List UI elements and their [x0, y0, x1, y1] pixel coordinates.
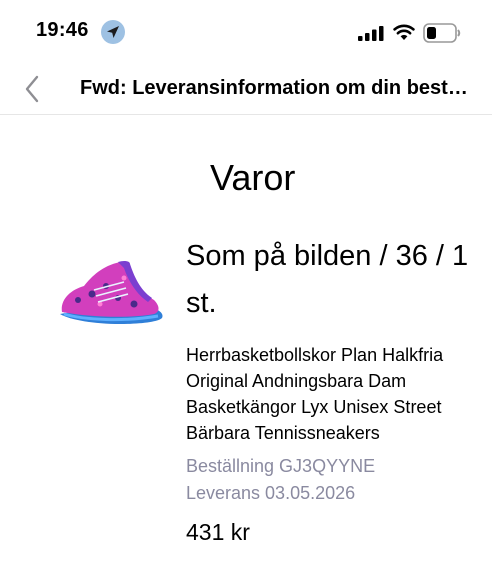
order-number: Beställning GJ3QYYNE — [186, 456, 376, 476]
email-subject-title: Fwd: Leveransinformation om din beställn… — [80, 77, 475, 99]
product-price: 431 kr — [186, 519, 250, 545]
product-description: Herrbasketbollskor Plan Halkfria Origina… — [186, 345, 444, 443]
wifi-icon — [393, 23, 415, 46]
battery-icon — [423, 23, 461, 48]
back-button[interactable] — [18, 72, 48, 106]
status-time: 19:46 — [36, 19, 89, 41]
product-variant: Som på bilden / 36 / 1 st. — [186, 240, 469, 319]
product-image — [54, 256, 166, 332]
section-title: Varor — [210, 157, 296, 198]
nav-bar: Fwd: Leveransinformation om din beställn… — [0, 64, 492, 115]
location-arrow-icon — [101, 20, 125, 44]
cellular-signal-icon — [358, 26, 384, 46]
status-bar: 19:46 — [0, 0, 492, 64]
delivery-date: Leverans 03.05.2026 — [186, 483, 356, 503]
chevron-left-icon — [25, 75, 39, 103]
